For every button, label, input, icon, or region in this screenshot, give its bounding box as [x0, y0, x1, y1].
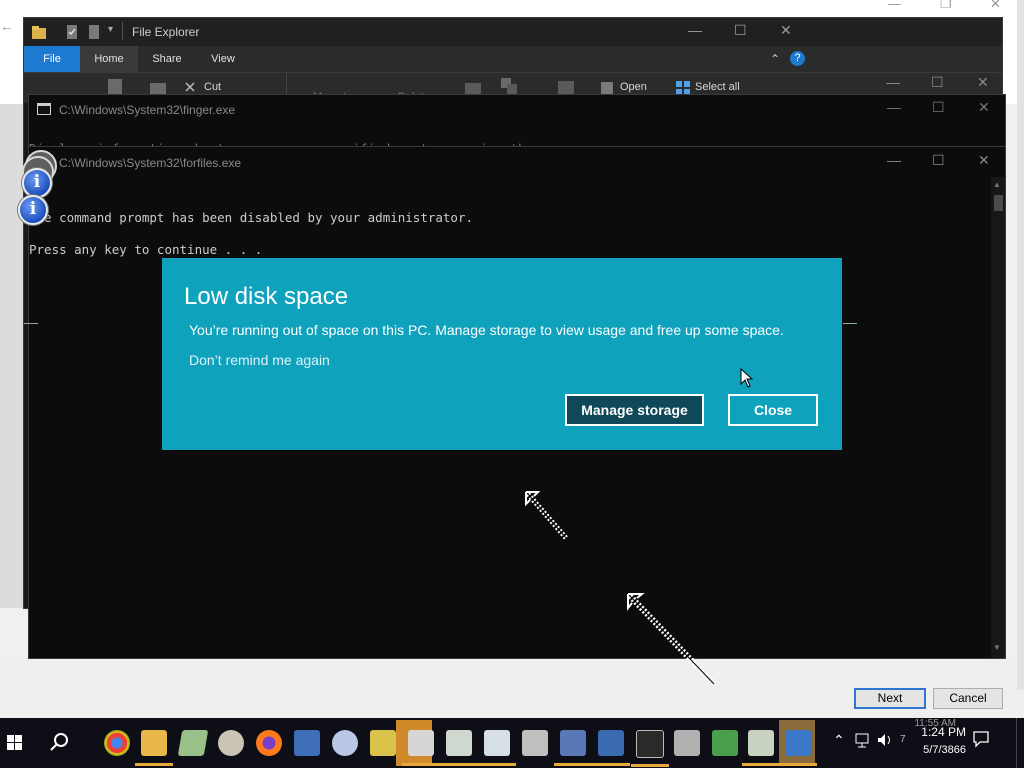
low-disk-space-notification: Low disk space You’re running out of spa… — [162, 258, 842, 450]
console-scrollbar[interactable]: ▲ ▼ — [991, 177, 1005, 658]
collapse-ribbon-icon[interactable]: ⌃ — [770, 52, 780, 66]
scroll-up-icon[interactable]: ▲ — [993, 180, 1001, 189]
minimize-icon[interactable]: — — [887, 152, 901, 168]
divider-line — [24, 323, 38, 324]
quick-access-dropdown-icon[interactable]: ▾ — [108, 24, 113, 35]
taskbar: ⌃ 11:55 AM 7 1:24 PM 5/7/3866 — [0, 718, 1024, 768]
background-scrollbar[interactable] — [1017, 0, 1024, 690]
firefox-icon[interactable] — [256, 730, 282, 756]
minimize-icon[interactable]: — — [887, 99, 901, 115]
volume-icon[interactable] — [876, 732, 894, 748]
console-line-disabled: The command prompt has been disabled by … — [29, 210, 474, 225]
close-icon[interactable]: ✕ — [978, 99, 990, 116]
notification-title: Low disk space — [184, 283, 349, 310]
window-app-2-icon[interactable] — [478, 730, 516, 766]
maximize-icon[interactable]: ☐ — [932, 99, 945, 116]
back-arrow-icon[interactable]: ← — [0, 18, 14, 34]
open-button[interactable]: Open — [620, 81, 647, 93]
manage-storage-button[interactable]: Manage storage — [565, 394, 704, 426]
minimize-icon[interactable]: — — [886, 74, 900, 90]
open-icon[interactable] — [600, 81, 614, 95]
mouse-cursor-icon — [740, 368, 754, 388]
select-all-button[interactable]: Select all — [695, 81, 740, 93]
app-5-icon[interactable] — [592, 730, 630, 766]
app-icon[interactable] — [332, 730, 358, 756]
tab-home[interactable]: Home — [80, 46, 138, 72]
app-6-icon[interactable] — [742, 730, 780, 766]
tab-share[interactable]: Share — [140, 46, 194, 72]
cursor-trail-icon — [627, 593, 717, 687]
console-icon — [37, 103, 51, 115]
close-icon[interactable]: ✕ — [978, 152, 990, 169]
background-window-controls: — ❐ ✕ — [884, 0, 1024, 14]
console-window-title: C:\Windows\System32\forfiles.exe — [59, 156, 242, 170]
explorer-titlebar: ▾ File Explorer — ☐ ✕ — [24, 18, 1002, 46]
select-all-icon[interactable] — [676, 81, 690, 95]
titlebar-divider — [122, 22, 123, 40]
cancel-button[interactable]: Cancel — [933, 688, 1003, 709]
info-icon[interactable]: i — [22, 168, 52, 198]
ribbon-tabs: File Home Share View ⌃ ? — [24, 46, 1002, 72]
action-center-icon[interactable] — [972, 730, 990, 748]
show-desktop-button[interactable] — [1016, 718, 1023, 768]
background-left-strip — [0, 104, 24, 608]
tab-view[interactable]: View — [196, 46, 250, 72]
scrollbar-thumb[interactable] — [994, 195, 1003, 211]
search-icon[interactable] — [48, 730, 72, 754]
show-hidden-icons-icon[interactable]: ⌃ — [833, 732, 845, 749]
printer-icon[interactable] — [674, 730, 700, 756]
network-tool-icon[interactable] — [370, 730, 396, 756]
app-3-icon[interactable] — [522, 730, 548, 756]
help-icon[interactable]: ? — [790, 51, 805, 66]
dont-remind-link[interactable]: Don’t remind me again — [189, 352, 330, 368]
minimize-icon[interactable]: — — [688, 22, 702, 38]
remote-desktop-icon[interactable] — [294, 730, 320, 756]
windows-start-icon[interactable] — [0, 718, 30, 768]
next-button[interactable]: Next — [854, 688, 926, 709]
console-titlebar: C:\Windows\System32\forfiles.exe — ☐ ✕ — [29, 147, 1005, 177]
close-icon[interactable]: ✕ — [780, 22, 792, 39]
maximize-icon[interactable]: ☐ — [734, 22, 747, 39]
game-icon[interactable] — [712, 730, 738, 756]
maximize-icon[interactable]: ❐ — [940, 0, 952, 12]
cut-button[interactable]: Cut — [204, 81, 221, 93]
tab-file[interactable]: File — [24, 46, 80, 72]
cursor-trail-icon — [525, 491, 568, 540]
clock-time[interactable]: 1:24 PM — [904, 725, 966, 739]
maximize-icon[interactable]: ☐ — [932, 152, 945, 169]
network-icon[interactable] — [854, 732, 872, 748]
notepad-icon[interactable] — [177, 730, 209, 756]
chrome-icon[interactable] — [104, 730, 130, 756]
file-explorer-icon[interactable] — [135, 730, 173, 766]
new-folder-icon[interactable] — [88, 25, 102, 39]
maximize-icon[interactable]: ☐ — [931, 74, 944, 91]
info-icon[interactable]: i — [18, 195, 48, 225]
console-line-press-key: Press any key to continue . . . — [29, 242, 263, 257]
close-button[interactable]: Close — [728, 394, 818, 426]
minimize-icon[interactable]: — — [888, 0, 901, 11]
divider-line — [843, 323, 857, 324]
app-4-icon[interactable] — [554, 730, 592, 766]
notification-message: You’re running out of space on this PC. … — [189, 322, 784, 338]
folder-icon — [32, 26, 46, 39]
cut-icon[interactable] — [184, 81, 196, 93]
window-app-icon[interactable] — [440, 730, 478, 766]
easy-access-icon[interactable] — [500, 77, 518, 95]
explorer-title: File Explorer — [132, 25, 200, 39]
close-icon[interactable]: ✕ — [977, 74, 989, 91]
finger-window-title: C:\Windows\System32\finger.exe — [59, 103, 236, 117]
properties-icon[interactable] — [66, 25, 80, 39]
clock-date[interactable]: 5/7/3866 — [904, 744, 966, 756]
cmd-icon[interactable] — [631, 730, 669, 767]
paint-icon[interactable] — [218, 730, 244, 756]
display-icon[interactable] — [779, 730, 817, 766]
close-icon[interactable]: ✕ — [990, 0, 1001, 12]
calculator-icon[interactable] — [402, 730, 440, 766]
scroll-down-icon[interactable]: ▼ — [993, 643, 1001, 652]
